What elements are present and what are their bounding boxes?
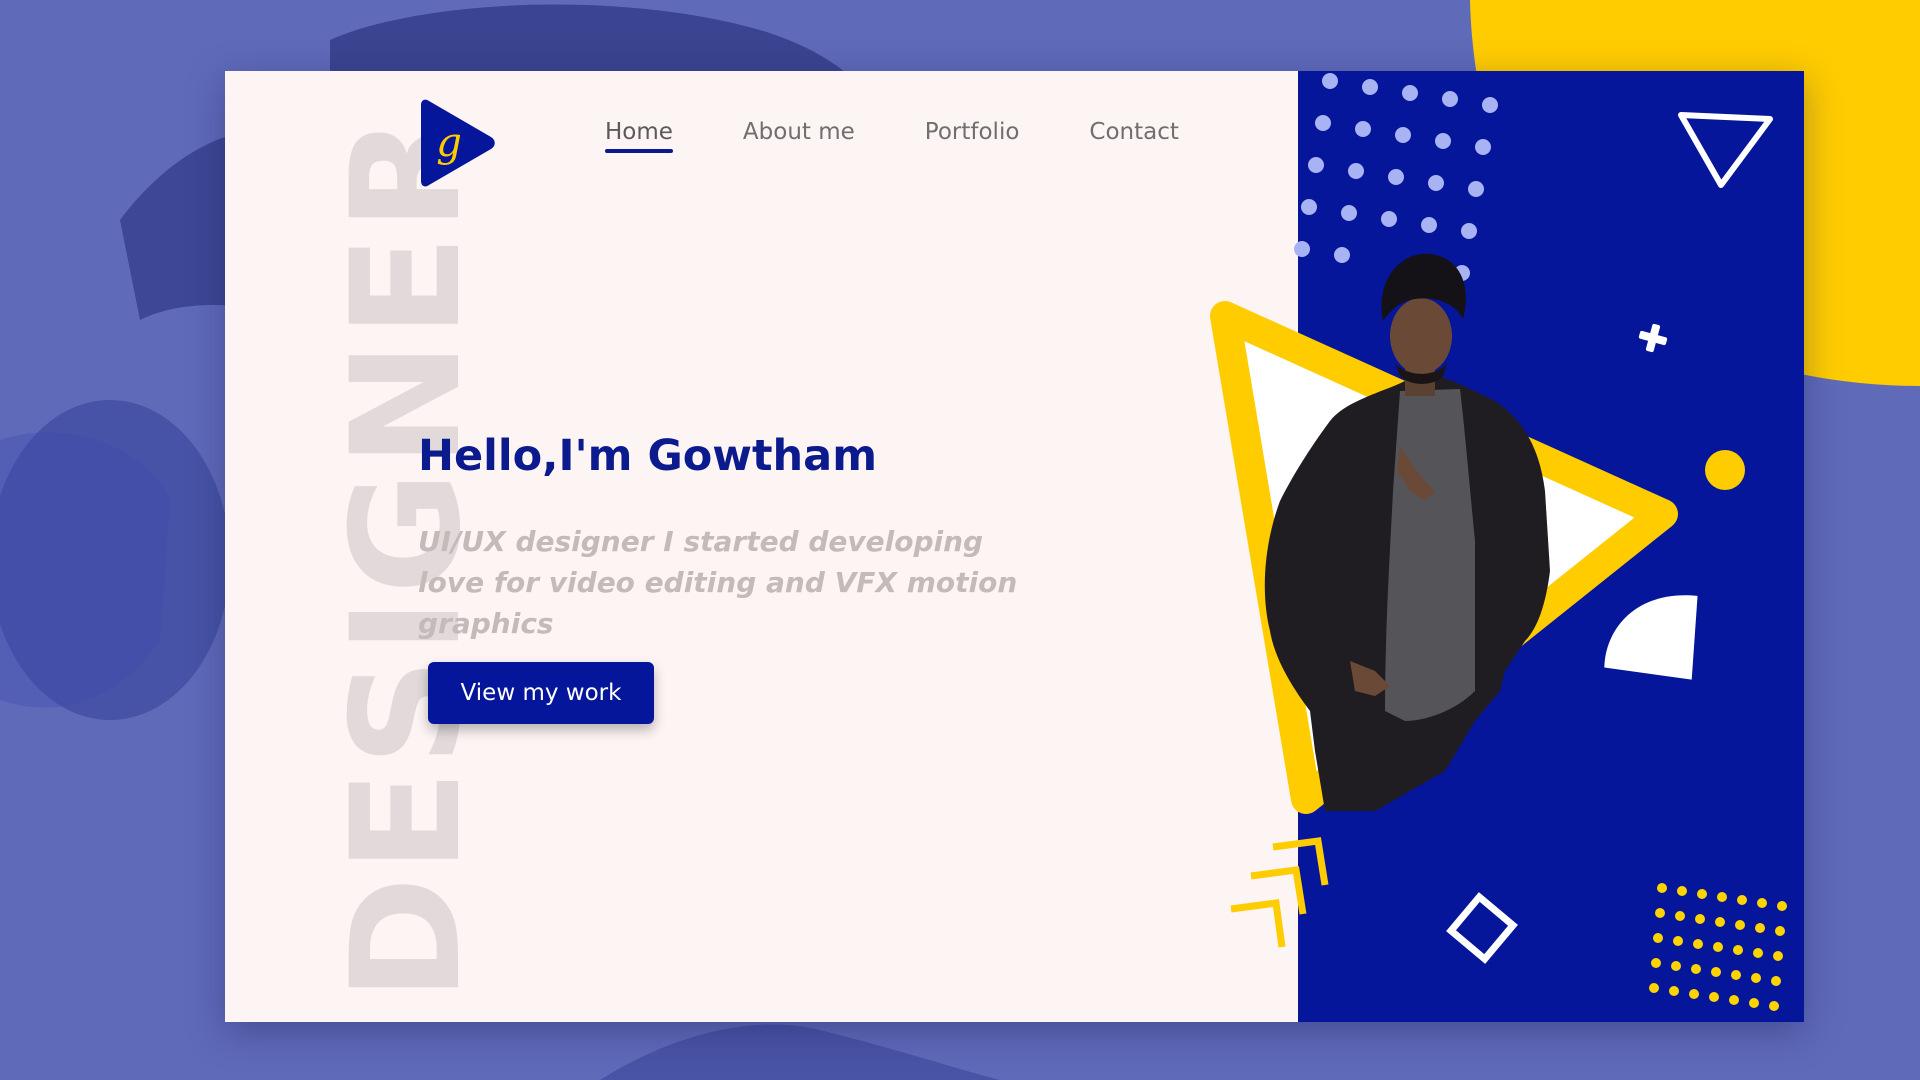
play-logo-icon: g — [421, 99, 495, 187]
quarter-circle-icon — [1604, 595, 1698, 680]
nav-about-me[interactable]: About me — [743, 119, 855, 145]
nav-home[interactable]: Home — [605, 119, 673, 153]
plus-icon — [1638, 323, 1668, 353]
chevron-up-icon — [1230, 837, 1329, 948]
nav-contact[interactable]: Contact — [1089, 119, 1178, 145]
diamond-outline-icon — [1446, 892, 1518, 964]
main-nav: Home About me Portfolio Contact — [605, 119, 1179, 153]
hero-subtitle: UI/UX designer I started developing love… — [418, 525, 1018, 640]
view-my-work-button[interactable]: View my work — [428, 662, 654, 724]
triangle-outline-icon — [1678, 112, 1773, 188]
hero-title: Hello,I'm Gowtham — [418, 431, 877, 481]
nav-portfolio[interactable]: Portfolio — [925, 119, 1020, 145]
brand-logo[interactable]: g — [417, 99, 497, 187]
circle-dot-icon — [1705, 450, 1745, 490]
dot-pattern-icon — [1294, 73, 1498, 281]
dot-pattern-yellow-icon — [1649, 883, 1787, 1011]
logo-letter: g — [436, 120, 462, 166]
landing-card: DESIGNER g Home About me Portfolio Conta… — [225, 71, 1804, 1022]
